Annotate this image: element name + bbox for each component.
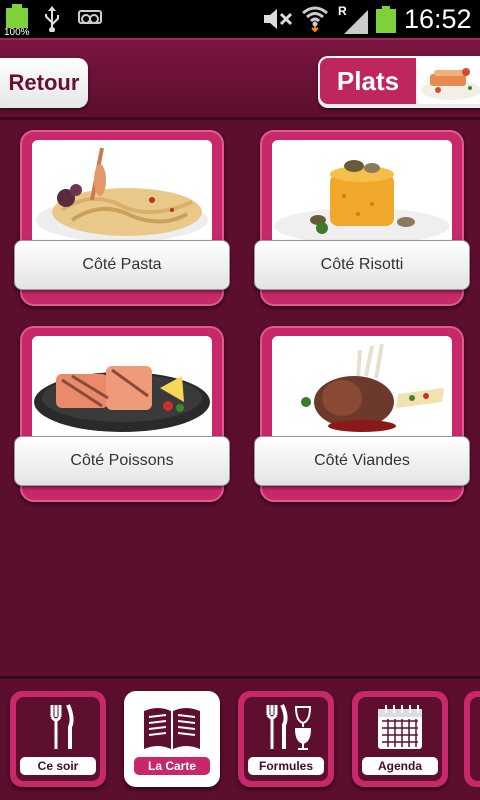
book-icon	[140, 703, 204, 751]
battery-icon: 100%	[4, 4, 30, 38]
pasta-dish-image	[32, 140, 212, 244]
category-card-poissons[interactable]: Côté Poissons	[14, 326, 230, 502]
nav-ce-soir[interactable]: Ce soir	[10, 691, 106, 787]
battery-icon	[376, 6, 396, 34]
nav-label: Agenda	[362, 757, 438, 775]
nav-formules[interactable]: Formules	[238, 691, 334, 787]
nav-label: Ce soir	[20, 757, 96, 775]
category-label: Côté Viandes	[254, 436, 470, 486]
bottom-nav: Ce soir La Carte Formules Agenda	[0, 676, 480, 800]
fish-dish-image	[32, 336, 212, 440]
header-bar: Retour Plats	[0, 38, 480, 120]
signal-icon: R	[338, 4, 370, 34]
category-card-risotti[interactable]: Côté Risotti	[254, 130, 470, 306]
page-title: Plats	[320, 58, 416, 104]
cutlery-icon	[26, 703, 90, 751]
category-label: Côté Risotti	[254, 240, 470, 290]
clock: 16:52	[404, 4, 472, 34]
risotto-dish-image	[272, 140, 452, 244]
category-label: Côté Pasta	[14, 240, 230, 290]
status-bar: 100% R 16:52	[0, 0, 480, 38]
category-card-viandes[interactable]: Côté Viandes	[254, 326, 470, 502]
battery-percent: 100%	[4, 27, 30, 38]
back-button[interactable]: Retour	[0, 58, 88, 108]
calendar-icon	[368, 703, 432, 751]
nav-la-carte[interactable]: La Carte	[124, 691, 220, 787]
nav-label: Formules	[248, 757, 324, 775]
meat-dish-image	[272, 336, 452, 440]
usb-icon	[42, 6, 62, 38]
mute-icon	[262, 6, 294, 38]
category-card-pasta[interactable]: Côté Pasta	[14, 130, 230, 306]
plats-thumbnail	[418, 60, 480, 104]
category-grid: Côté Pasta Côté Risotti Côté Poissons Cô…	[0, 120, 480, 676]
nav-label: La Carte	[134, 757, 210, 775]
nav-agenda[interactable]: Agenda	[352, 691, 448, 787]
nav-next-item-partial[interactable]	[464, 691, 480, 787]
voicemail-icon	[78, 10, 102, 24]
section-title-tab: Plats	[318, 56, 480, 108]
category-label: Côté Poissons	[14, 436, 230, 486]
wifi-icon	[302, 4, 328, 33]
cutlery-wine-icon	[254, 703, 318, 751]
